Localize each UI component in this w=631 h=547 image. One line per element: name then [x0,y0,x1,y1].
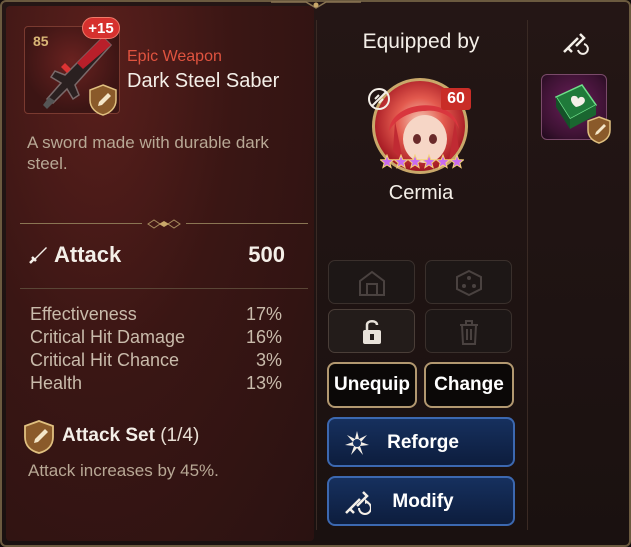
star-icon [421,154,437,169]
attack-set-shield-icon [24,420,54,454]
star-icon [407,154,423,169]
main-stat-row: Attack 500 [24,242,289,272]
substat-value: 3% [255,350,282,370]
item-name: Dark Steel Saber [127,70,280,92]
substat-row: Critical Hit Damage 16% [30,327,282,350]
divider-mid [20,284,308,294]
star-icon [380,154,395,169]
divider-top [20,219,308,229]
set-name-label: Attack Set [62,425,155,446]
artifact-unlink-icon [563,33,589,55]
item-description: A sword made with durable dark steel. [27,133,269,173]
modify-label: Modify [392,491,454,512]
equipped-title: Equipped by [362,30,480,53]
modify-button[interactable]: Modify [327,476,515,526]
random-button [425,260,512,304]
unequip-button[interactable]: Unequip [327,362,417,408]
artifact-panel [528,6,625,541]
substat-name: Critical Hit Chance [30,350,180,370]
reforge-button[interactable]: Reforge [327,417,515,467]
storage-house-icon [359,270,385,296]
set-description: Attack increases by 45%. [28,461,219,480]
artifact-attack-shield-icon [587,116,611,144]
attack-sword-icon [29,247,47,264]
substat-name: Critical Hit Damage [30,327,186,347]
hero-level-badge: 60 [441,88,471,110]
attack-set-shield-icon [89,84,117,116]
dice-icon [456,269,482,297]
equipped-panel: Equipped by 60 Cermia Unequip Change Ref… [316,6,526,541]
storage-button [328,260,415,304]
change-button[interactable]: Change [424,362,514,408]
trash-icon [460,320,478,345]
lock-button[interactable] [328,309,415,353]
substat-name: Health [30,373,83,393]
substat-value: 13% [245,373,282,393]
substat-value: 17% [245,304,282,324]
substat-row: Critical Hit Chance 3% [30,350,282,373]
sell-button [425,309,512,353]
substat-name: Effectiveness [30,304,137,324]
unlock-icon [363,320,381,344]
substat-row: Effectiveness 17% [30,304,282,327]
star-icon [435,154,451,169]
hero-stars [380,154,464,169]
substat-row: Health 13% [30,373,282,396]
set-count: (1/4) [160,425,200,446]
star-icon [449,154,464,169]
substat-value: 16% [245,327,282,347]
reforge-label: Reforge [387,432,459,453]
hero-name: Cermia [388,182,454,204]
star-icon [393,154,409,169]
unlink-icon [368,88,390,110]
substats-list: Effectiveness 17% Critical Hit Damage 16… [30,304,282,396]
main-stat-label: Attack [54,242,122,267]
item-rarity: Epic Weapon [127,48,222,65]
set-name: Attack Set (1/4) [62,425,199,447]
enhance-badge: +15 [82,17,120,39]
main-stat-value: 500 [248,242,285,267]
